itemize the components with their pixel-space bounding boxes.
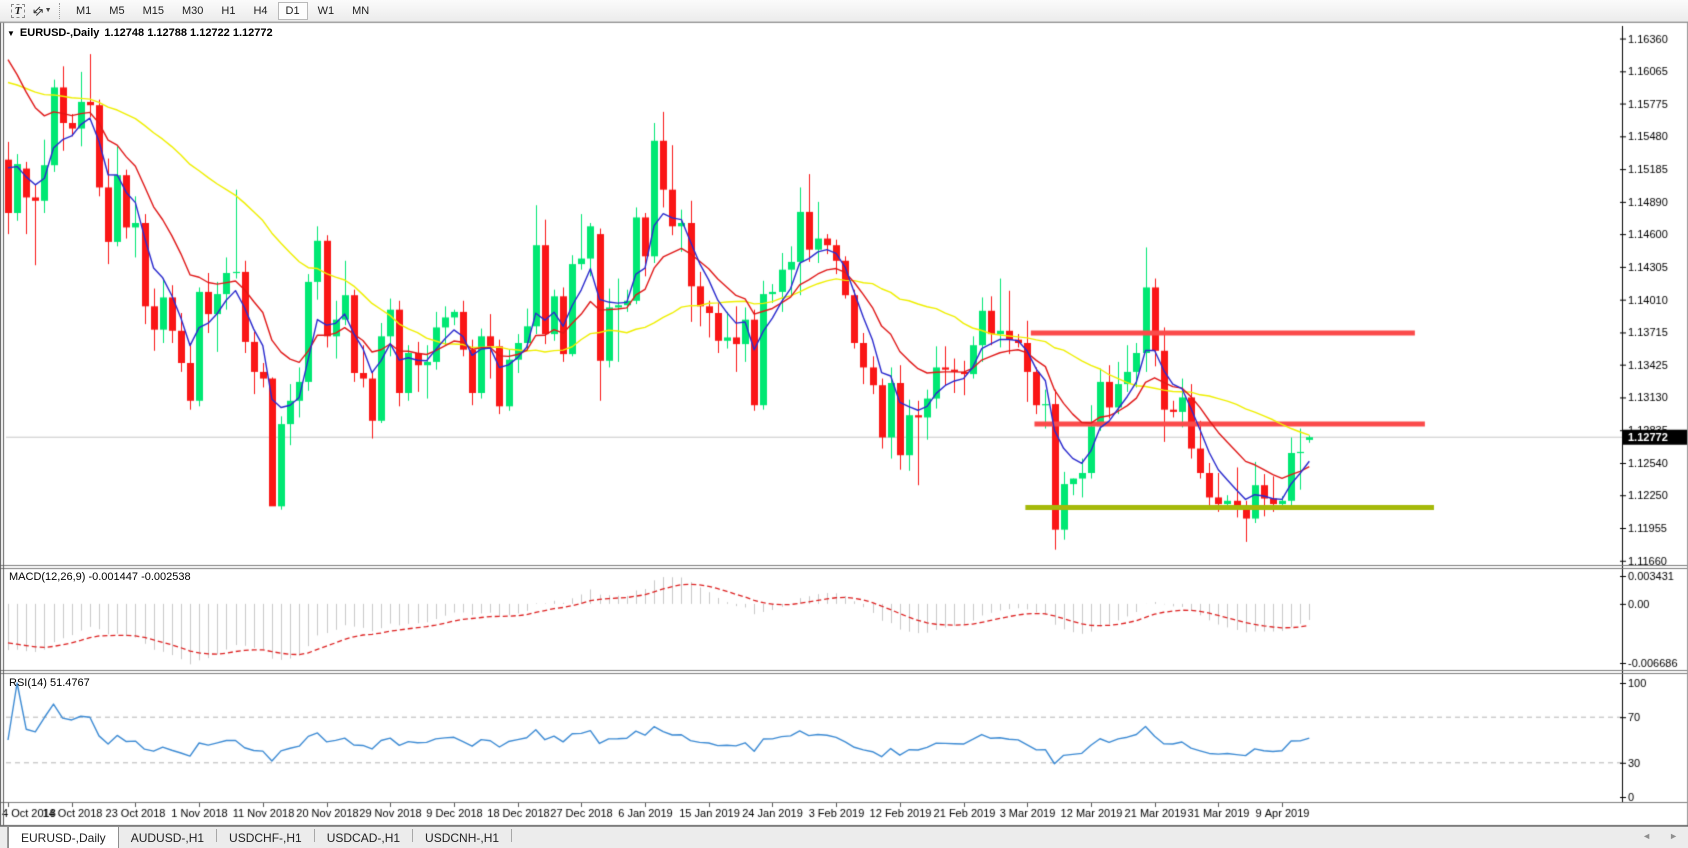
chart-window: ▼ EURUSD-,Daily 1.12748 1.12788 1.12722 … (0, 22, 1688, 826)
tab-scroll-left-icon[interactable]: ◄ (1642, 831, 1651, 841)
timeframe-m30-button[interactable]: M30 (174, 2, 211, 20)
chart-tabbar: EURUSD-,Daily AUDUSD-,H1 USDCHF-,H1 USDC… (0, 826, 1688, 848)
tab-scroll-right-icon[interactable]: ► (1669, 831, 1678, 841)
tab-usdcnh-h1[interactable]: USDCNH-,H1 (413, 827, 511, 848)
text-tool-icon: T (11, 4, 26, 18)
timeframe-d1-button[interactable]: D1 (278, 2, 308, 20)
toolbar: T ⇆ ▼ M1 M5 M15 M30 H1 H4 D1 W1 MN (0, 0, 1688, 22)
tab-eurusd-daily[interactable]: EURUSD-,Daily (8, 826, 119, 848)
text-label-tool-button[interactable]: T (7, 2, 29, 20)
tab-usdcad-h1[interactable]: USDCAD-,H1 (315, 827, 412, 848)
timeframe-w1-button[interactable]: W1 (310, 2, 343, 20)
timeframe-mn-button[interactable]: MN (344, 2, 377, 20)
timeframe-h4-button[interactable]: H4 (245, 2, 275, 20)
timeframe-h1-button[interactable]: H1 (213, 2, 243, 20)
tab-scroll-arrows: ◄ ► (1642, 831, 1678, 841)
timeframe-m15-button[interactable]: M15 (135, 2, 172, 20)
terminal-window: T ⇆ ▼ M1 M5 M15 M30 H1 H4 D1 W1 MN ▼ EUR… (0, 0, 1688, 848)
tile-windows-icon: ⇆ (29, 2, 46, 19)
tabbar-stub (0, 827, 8, 848)
tab-usdchf-h1[interactable]: USDCHF-,H1 (217, 827, 314, 848)
timeframe-m5-button[interactable]: M5 (101, 2, 132, 20)
tile-windows-button[interactable]: ⇆ ▼ (31, 2, 53, 20)
timeframe-m1-button[interactable]: M1 (68, 2, 99, 20)
tab-audusd-h1[interactable]: AUDUSD-,H1 (119, 827, 216, 848)
toolbar-grip (59, 3, 60, 19)
tab-divider (511, 829, 512, 842)
price-chart-canvas[interactable] (0, 22, 1688, 826)
